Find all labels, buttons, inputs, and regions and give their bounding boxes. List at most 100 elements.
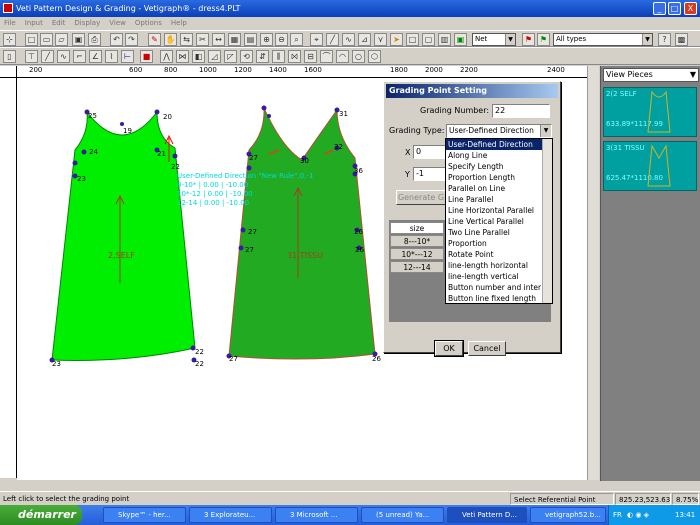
print-icon[interactable]: ⎙ xyxy=(88,33,101,46)
fill-icon[interactable]: ■ xyxy=(140,50,153,63)
zoom-in-icon[interactable]: ⊕ xyxy=(260,33,273,46)
undo-icon[interactable]: ↶ xyxy=(110,33,123,46)
cancel-button[interactable]: Cancel xyxy=(468,341,506,356)
flag-green-icon[interactable]: ⚑ xyxy=(537,33,550,46)
pencil-icon[interactable]: ✎ xyxy=(148,33,161,46)
size-row[interactable]: 10*---12 xyxy=(390,248,444,260)
option-rotate-point[interactable]: Rotate Point xyxy=(446,249,542,260)
option-line-vertical-parallel[interactable]: Line Vertical Parallel xyxy=(446,216,542,227)
new-icon[interactable]: □ xyxy=(25,33,38,46)
option-line-horizontal-parallel[interactable]: Line Horizontal Parallel xyxy=(446,205,542,216)
scissors-icon[interactable]: ✂ xyxy=(196,33,209,46)
line-tool-icon[interactable]: ╱ xyxy=(326,33,339,46)
offset-icon[interactable]: ⊟ xyxy=(304,50,317,63)
sew-icon[interactable]: ◿ xyxy=(208,50,221,63)
start-button[interactable]: démarrer xyxy=(0,505,82,525)
box-icon[interactable]: ▢ xyxy=(422,33,435,46)
y-field[interactable]: -1 xyxy=(413,167,447,181)
task-vetigraph[interactable]: vetigraph52.b... xyxy=(530,507,606,523)
redo-icon[interactable]: ↷ xyxy=(125,33,138,46)
grading-type-select[interactable]: User-Defined Direction ▼ xyxy=(446,124,552,138)
arc-icon[interactable]: ◠ xyxy=(336,50,349,63)
grid-icon[interactable]: ▦ xyxy=(228,33,241,46)
arrow-tool-icon[interactable]: ➤ xyxy=(390,33,403,46)
mirror-icon[interactable]: ⇆ xyxy=(180,33,193,46)
fold-icon[interactable]: ◧ xyxy=(192,50,205,63)
option-along-line[interactable]: Along Line xyxy=(446,150,542,161)
select-icon[interactable]: ⊹ xyxy=(3,33,16,46)
corner-icon[interactable]: ⌐ xyxy=(73,50,86,63)
task-microsoft[interactable]: 3 Microsoft ... xyxy=(275,507,358,523)
perpendicular-icon[interactable]: ⊤ xyxy=(25,50,38,63)
pleat-icon[interactable]: ⋈ xyxy=(176,50,189,63)
types-combo[interactable]: All types ▼ xyxy=(553,33,653,46)
rect-icon[interactable]: □ xyxy=(406,33,419,46)
table-icon[interactable]: ▤ xyxy=(244,33,257,46)
info-icon[interactable]: ▩ xyxy=(675,33,688,46)
angle-icon[interactable]: ∠ xyxy=(89,50,102,63)
minimize-button[interactable]: _ xyxy=(653,2,666,15)
seam-icon[interactable]: ⌇ xyxy=(105,50,118,63)
option-button-line[interactable]: Button line fixed length xyxy=(446,293,542,304)
option-specify-length[interactable]: Specify Length xyxy=(446,161,542,172)
dart-icon[interactable]: ⋀ xyxy=(160,50,173,63)
zoom-out-icon[interactable]: ⊖ xyxy=(275,33,288,46)
layer-icon[interactable]: ▥ xyxy=(438,33,451,46)
maximize-button[interactable]: □ xyxy=(668,2,681,15)
option-proportion-length[interactable]: Proportion Length xyxy=(446,172,542,183)
open-folder-icon[interactable]: ▱ xyxy=(55,33,68,46)
point-tool-icon[interactable]: ⌖ xyxy=(310,33,323,46)
option-button-number[interactable]: Button number and inter xyxy=(446,282,542,293)
task-skype[interactable]: Skype™ - her... xyxy=(103,507,186,523)
vertical-scrollbar[interactable] xyxy=(587,66,599,480)
option-line-length-vertical[interactable]: line-length vertical xyxy=(446,271,542,282)
close-button[interactable]: X xyxy=(684,2,697,15)
save-icon[interactable]: ▣ xyxy=(72,33,85,46)
measure-icon[interactable]: ⊿ xyxy=(358,33,371,46)
notch-icon[interactable]: ⋎ xyxy=(374,33,387,46)
task-yahoo[interactable]: (5 unread) Ya... xyxy=(361,507,444,523)
menu-display[interactable]: Display xyxy=(74,17,100,30)
split-icon[interactable]: ⫼ xyxy=(272,50,285,63)
menu-file[interactable]: File xyxy=(4,17,16,30)
hand-icon[interactable]: ✋ xyxy=(164,33,177,46)
shape-icon[interactable]: ◸ xyxy=(224,50,237,63)
menu-edit[interactable]: Edit xyxy=(52,17,66,30)
slope-icon[interactable]: ╱ xyxy=(41,50,54,63)
dropdown-scrollbar[interactable] xyxy=(542,139,552,303)
menu-input[interactable]: Input xyxy=(25,17,43,30)
piece-self[interactable] xyxy=(51,110,196,361)
ok-button[interactable]: OK xyxy=(435,341,463,356)
x-field[interactable]: 0 xyxy=(413,145,447,159)
menu-help[interactable]: Help xyxy=(171,17,187,30)
grading-type-dropdown[interactable]: User-Defined Direction Along Line Specif… xyxy=(445,138,553,304)
menu-options[interactable]: Options xyxy=(135,17,162,30)
option-proportion[interactable]: Proportion xyxy=(446,238,542,249)
task-veti[interactable]: Veti Pattern D... xyxy=(447,507,527,523)
join-icon[interactable]: ⨝ xyxy=(288,50,301,63)
view-pieces-combo[interactable]: View Pieces ▼ xyxy=(603,68,699,82)
polygon-icon[interactable]: ⬡ xyxy=(368,50,381,63)
size-row[interactable]: 8---10* xyxy=(390,235,444,247)
generate-button[interactable]: Generate G xyxy=(396,190,446,205)
task-explorer[interactable]: 3 Explorateu... xyxy=(189,507,272,523)
option-line-parallel[interactable]: Line Parallel xyxy=(446,194,542,205)
piece-thumbnail[interactable]: 3(31 TISSU 625.47*1110.80 xyxy=(603,141,697,191)
piece-thumbnail[interactable]: 2(2 SELF 633.89*1117.99 xyxy=(603,87,697,137)
language-indicator[interactable]: FR xyxy=(613,505,622,525)
rotate-icon[interactable]: ⟲ xyxy=(240,50,253,63)
option-parallel-on-line[interactable]: Parallel on Line xyxy=(446,183,542,194)
option-two-line-parallel[interactable]: Two Line Parallel xyxy=(446,227,542,238)
size-row[interactable]: 12---14 xyxy=(390,261,444,273)
option-user-defined-direction[interactable]: User-Defined Direction xyxy=(446,139,542,150)
wave-icon[interactable]: ∿ xyxy=(57,50,70,63)
net-combo[interactable]: Net ▼ xyxy=(472,33,516,46)
flag-red-icon[interactable]: ⚑ xyxy=(522,33,535,46)
measure2-icon[interactable]: ⊢ xyxy=(121,50,134,63)
curve2-icon[interactable]: ⌒ xyxy=(320,50,333,63)
help-icon[interactable]: ? xyxy=(658,33,671,46)
option-line-length-horizontal[interactable]: line-length horizontal xyxy=(446,260,542,271)
stretch-icon[interactable]: ↔ xyxy=(212,33,225,46)
circle-icon[interactable]: ○ xyxy=(352,50,365,63)
menu-view[interactable]: View xyxy=(109,17,126,30)
